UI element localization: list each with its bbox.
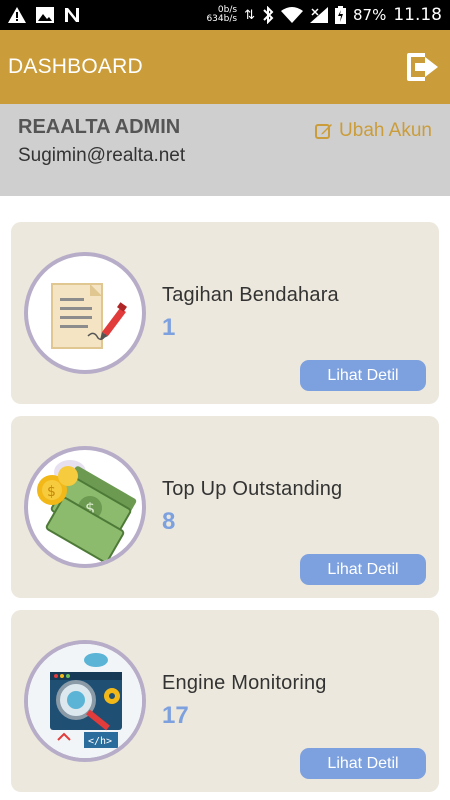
invoice-document-pen-icon <box>24 252 146 374</box>
battery-charging-icon <box>334 6 346 24</box>
data-transfer-icon: ⇅ <box>244 7 255 23</box>
warning-icon <box>8 7 26 23</box>
detail-button[interactable]: Lihat Detil <box>300 554 426 585</box>
account-email: Sugimin@realta.net <box>18 145 186 166</box>
n-notification-icon <box>65 8 79 22</box>
detail-button[interactable]: Lihat Detil <box>300 360 426 391</box>
page-title: DASHBOARD <box>8 55 143 78</box>
logout-icon <box>407 53 438 81</box>
clock: 11.18 <box>393 5 442 25</box>
detail-button[interactable]: Lihat Detil <box>300 748 426 779</box>
bluetooth-icon <box>263 6 274 24</box>
app-bar: DASHBOARD <box>0 30 450 104</box>
signal-icon <box>309 7 328 23</box>
engine-monitoring-gears-icon: </h> <box>24 640 146 762</box>
network-speed: 0b/s 634b/s <box>206 5 238 24</box>
edit-icon <box>315 124 333 139</box>
money-coins-icon: $ $ <box>24 446 146 568</box>
edit-account-label: Ubah Akun <box>339 120 432 141</box>
card-count: 8 <box>162 508 176 535</box>
status-bar: 0b/s 634b/s ⇅ 87% 11.18 <box>0 0 450 30</box>
battery-level: 87% <box>352 6 387 24</box>
image-notification-icon <box>36 7 54 23</box>
card-count: 1 <box>162 314 176 341</box>
card-engine-monitoring[interactable]: </h> Engine Monitoring 17 Lihat Detil <box>11 610 439 792</box>
edit-account-button[interactable]: Ubah Akun <box>315 120 432 142</box>
card-label: Tagihan Bendahara <box>162 284 339 306</box>
logout-button[interactable] <box>404 49 440 85</box>
svg-text:$: $ <box>47 484 56 500</box>
card-label: Top Up Outstanding <box>162 478 343 500</box>
account-panel: REAALTA ADMIN Sugimin@realta.net Ubah Ak… <box>0 104 450 196</box>
card-label: Engine Monitoring <box>162 672 327 694</box>
card-tagihan-bendahara[interactable]: Tagihan Bendahara 1 Lihat Detil <box>11 222 439 404</box>
svg-text:</h>: </h> <box>88 736 112 747</box>
card-top-up-outstanding[interactable]: $ $ Top Up Outstanding 8 Lihat Detil <box>11 416 439 598</box>
dashboard-card-list: Tagihan Bendahara 1 Lihat Detil $ $ Top … <box>0 196 450 792</box>
wifi-icon <box>280 7 303 23</box>
card-count: 17 <box>162 702 189 729</box>
